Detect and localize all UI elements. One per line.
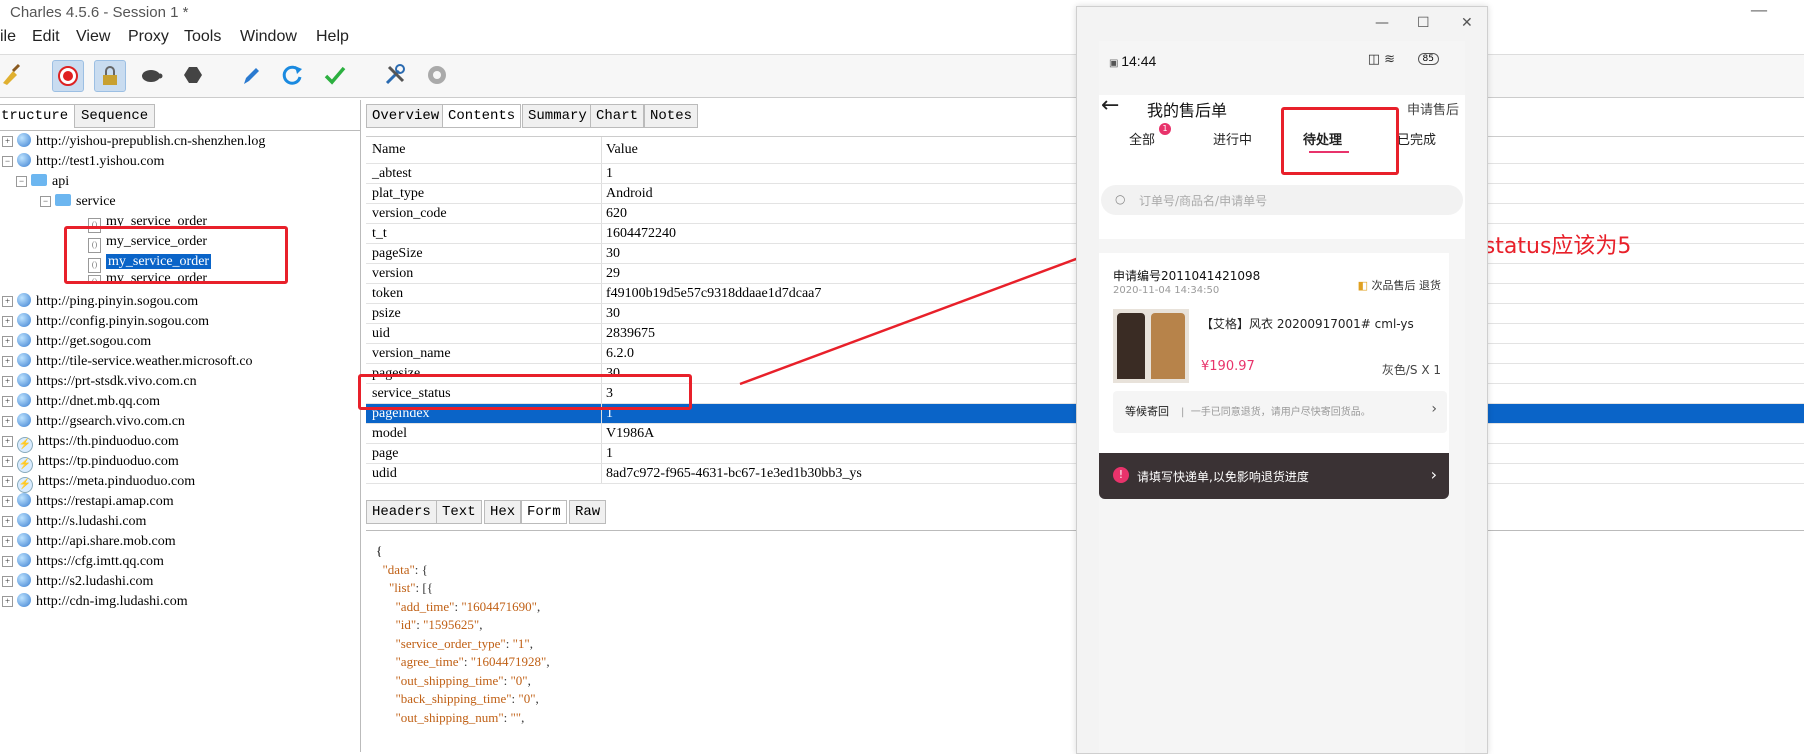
annotation-box-pending-tab bbox=[1281, 107, 1399, 175]
phone-mirror-window: — ☐ ✕ ▣ 14:44 ◫ ≋ 85 ← 我的售后单 申请售后 全部 1 进… bbox=[1076, 6, 1488, 754]
annotation-arrow bbox=[739, 192, 1256, 386]
badge-count: 1 bbox=[1159, 123, 1171, 135]
tab-completed[interactable]: 已完成 bbox=[1397, 129, 1436, 148]
phone-window-maximize-icon[interactable]: ☐ bbox=[1417, 15, 1430, 31]
tab-in-progress[interactable]: 进行中 bbox=[1213, 129, 1252, 148]
search-input[interactable]: ○ 订单号/商品名/申请单号 bbox=[1101, 185, 1463, 215]
alert-icon: ! bbox=[1113, 467, 1129, 483]
chevron-right-icon: › bbox=[1431, 401, 1437, 417]
order-tag: ◧ 次品售后 退货 bbox=[1357, 279, 1441, 292]
apply-after-sale-link[interactable]: 申请售后 bbox=[1407, 99, 1459, 118]
page-title: 我的售后单 bbox=[1147, 101, 1228, 120]
tag-icon: ◧ bbox=[1357, 279, 1372, 292]
status-time: ▣ 14:44 bbox=[1109, 53, 1157, 69]
status-row[interactable]: 等候寄回 | 一手已同意退货，请用户尽快寄回货品。 › bbox=[1113, 391, 1447, 433]
back-arrow-icon[interactable]: ← bbox=[1101, 93, 1119, 118]
phone-window-minimize-icon[interactable]: — bbox=[1375, 15, 1389, 31]
order-time: 2020-11-04 14:34:50 bbox=[1113, 285, 1220, 296]
order-card[interactable]: 申请编号2011041421098 2020-11-04 14:34:50 ◧ … bbox=[1099, 253, 1449, 453]
notice-banner[interactable]: ! 请填写快递单,以免影响退货进度 › bbox=[1099, 453, 1449, 499]
signal-wifi-icon: ◫ ≋ bbox=[1367, 52, 1395, 67]
product-image bbox=[1113, 309, 1189, 383]
search-placeholder: 订单号/商品名/申请单号 bbox=[1139, 194, 1268, 208]
search-icon: ○ bbox=[1115, 192, 1126, 206]
product-price: ¥190.97 bbox=[1201, 359, 1255, 374]
status-desc: | 一手已同意退货，请用户尽快寄回货品。 bbox=[1181, 407, 1371, 418]
product-spec: 灰色/S X 1 bbox=[1381, 363, 1441, 377]
tab-all[interactable]: 全部 bbox=[1129, 129, 1155, 148]
product-name: 【艾格】风衣 20200917001# cml-ys bbox=[1201, 317, 1414, 331]
phone-window-close-icon[interactable]: ✕ bbox=[1461, 15, 1473, 31]
order-number: 申请编号2011041421098 bbox=[1113, 269, 1261, 283]
banner-text: 请填写快递单,以免影响退货进度 bbox=[1137, 470, 1309, 484]
chevron-right-icon: › bbox=[1430, 465, 1437, 484]
battery-badge: 85 bbox=[1417, 53, 1439, 65]
status-label: 等候寄回 bbox=[1125, 405, 1169, 418]
